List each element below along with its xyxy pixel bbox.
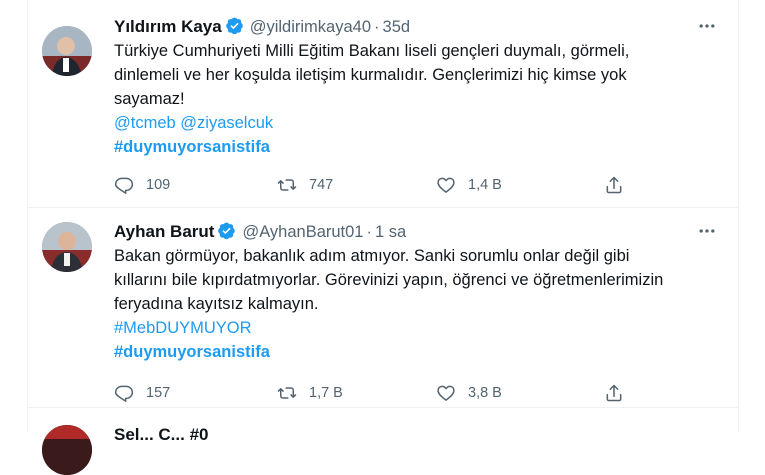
reply-icon — [114, 385, 134, 402]
timeline: Yıldırım Kaya @yildirimkaya40 · 35d Türkiye… — [27, 0, 739, 475]
more-icon — [699, 229, 715, 233]
author-handle[interactable]: @yildirimkaya40 — [250, 18, 371, 36]
tweet-header: Ayhan Barut @AyhanBarut01 · 1 sa — [114, 220, 726, 244]
like-icon — [437, 385, 455, 401]
avatar[interactable] — [42, 222, 92, 272]
retweet-icon — [277, 179, 297, 191]
author-handle[interactable]: @AyhanBarut01 — [242, 223, 363, 241]
tweet-actions: 157 1,7 B 3,8 B — [114, 380, 726, 406]
verified-badge-icon — [225, 17, 243, 35]
tweet-text-line: dinlemeli ve her koşulda iletişim kurmal… — [114, 66, 627, 84]
author-name[interactable]: Ayhan Barut — [114, 222, 214, 241]
reply-icon — [114, 177, 134, 194]
tweet-text-line: Türkiye Cumhuriyeti Milli Eğitim Bakanı … — [114, 42, 630, 60]
tweet-text-line: kıllarını bile kıpırdatmıyorlar. Görevin… — [114, 271, 664, 289]
tweet-timestamp[interactable]: 35d — [383, 18, 411, 36]
tweet-text-line: Bakan görmüyor, bakanlık adım atmıyor. S… — [114, 247, 630, 265]
separator-dot: · — [374, 18, 380, 36]
reply-count: 109 — [146, 177, 171, 193]
tweet-card[interactable]: Ayhan Barut @AyhanBarut01 · 1 sa Bakan görm… — [28, 208, 738, 408]
tweet-text: Bakan görmüyor, bakanlık adım atmıyor. S… — [114, 244, 714, 364]
mention-link[interactable]: @ziyaselcuk — [180, 114, 273, 132]
author-name[interactable]: Sel... C... #0 — [114, 425, 209, 445]
avatar-photo — [42, 26, 92, 76]
more-options-button[interactable] — [694, 218, 720, 244]
hashtag-link[interactable]: #MebDUYMUYOR — [114, 319, 252, 337]
hashtag-link[interactable]: #duymuyorsanistifa — [114, 343, 270, 361]
like-count: 3,8 B — [468, 385, 502, 401]
retweet-count: 1,7 B — [309, 385, 343, 401]
hashtag-link[interactable]: #duymuyorsanistifa — [114, 138, 270, 156]
retweet-button[interactable]: 747 — [277, 172, 333, 198]
reply-button[interactable]: 157 — [114, 380, 170, 406]
verified-badge-icon — [218, 222, 236, 240]
like-button[interactable]: 3,8 B — [436, 380, 502, 406]
reply-button[interactable]: 109 — [114, 172, 170, 198]
retweet-count: 747 — [309, 177, 334, 193]
tweet-text-line: sayamaz! — [114, 90, 185, 108]
author-name[interactable]: Yıldırım Kaya — [114, 17, 222, 36]
avatar-photo — [42, 425, 92, 475]
tweet-actions: 109 747 1,4 B — [114, 172, 726, 198]
mention-link[interactable]: @tcmeb — [114, 114, 176, 132]
separator-dot: · — [366, 223, 372, 241]
tweet-header: Yıldırım Kaya @yildirimkaya40 · 35d — [114, 15, 726, 39]
reply-count: 157 — [146, 385, 171, 401]
like-count: 1,4 B — [468, 177, 502, 193]
share-button[interactable] — [604, 380, 624, 406]
more-options-button[interactable] — [694, 13, 720, 39]
tweet-text-line: feryadına kayıtsız kalmayın. — [114, 295, 319, 313]
share-button[interactable] — [604, 172, 624, 198]
more-icon — [699, 24, 715, 28]
retweet-icon — [277, 387, 297, 399]
share-icon — [606, 384, 622, 402]
tweet-timestamp[interactable]: 1 sa — [375, 223, 406, 241]
avatar[interactable] — [42, 26, 92, 76]
tweet-text: Türkiye Cumhuriyeti Milli Eğitim Bakanı … — [114, 39, 714, 159]
like-icon — [437, 177, 455, 193]
retweet-button[interactable]: 1,7 B — [277, 380, 343, 406]
avatar-photo — [42, 222, 92, 272]
share-icon — [606, 176, 622, 194]
tweet-card[interactable]: Yıldırım Kaya @yildirimkaya40 · 35d Türkiye… — [28, 0, 738, 208]
avatar[interactable] — [42, 425, 92, 475]
like-button[interactable]: 1,4 B — [436, 172, 502, 198]
